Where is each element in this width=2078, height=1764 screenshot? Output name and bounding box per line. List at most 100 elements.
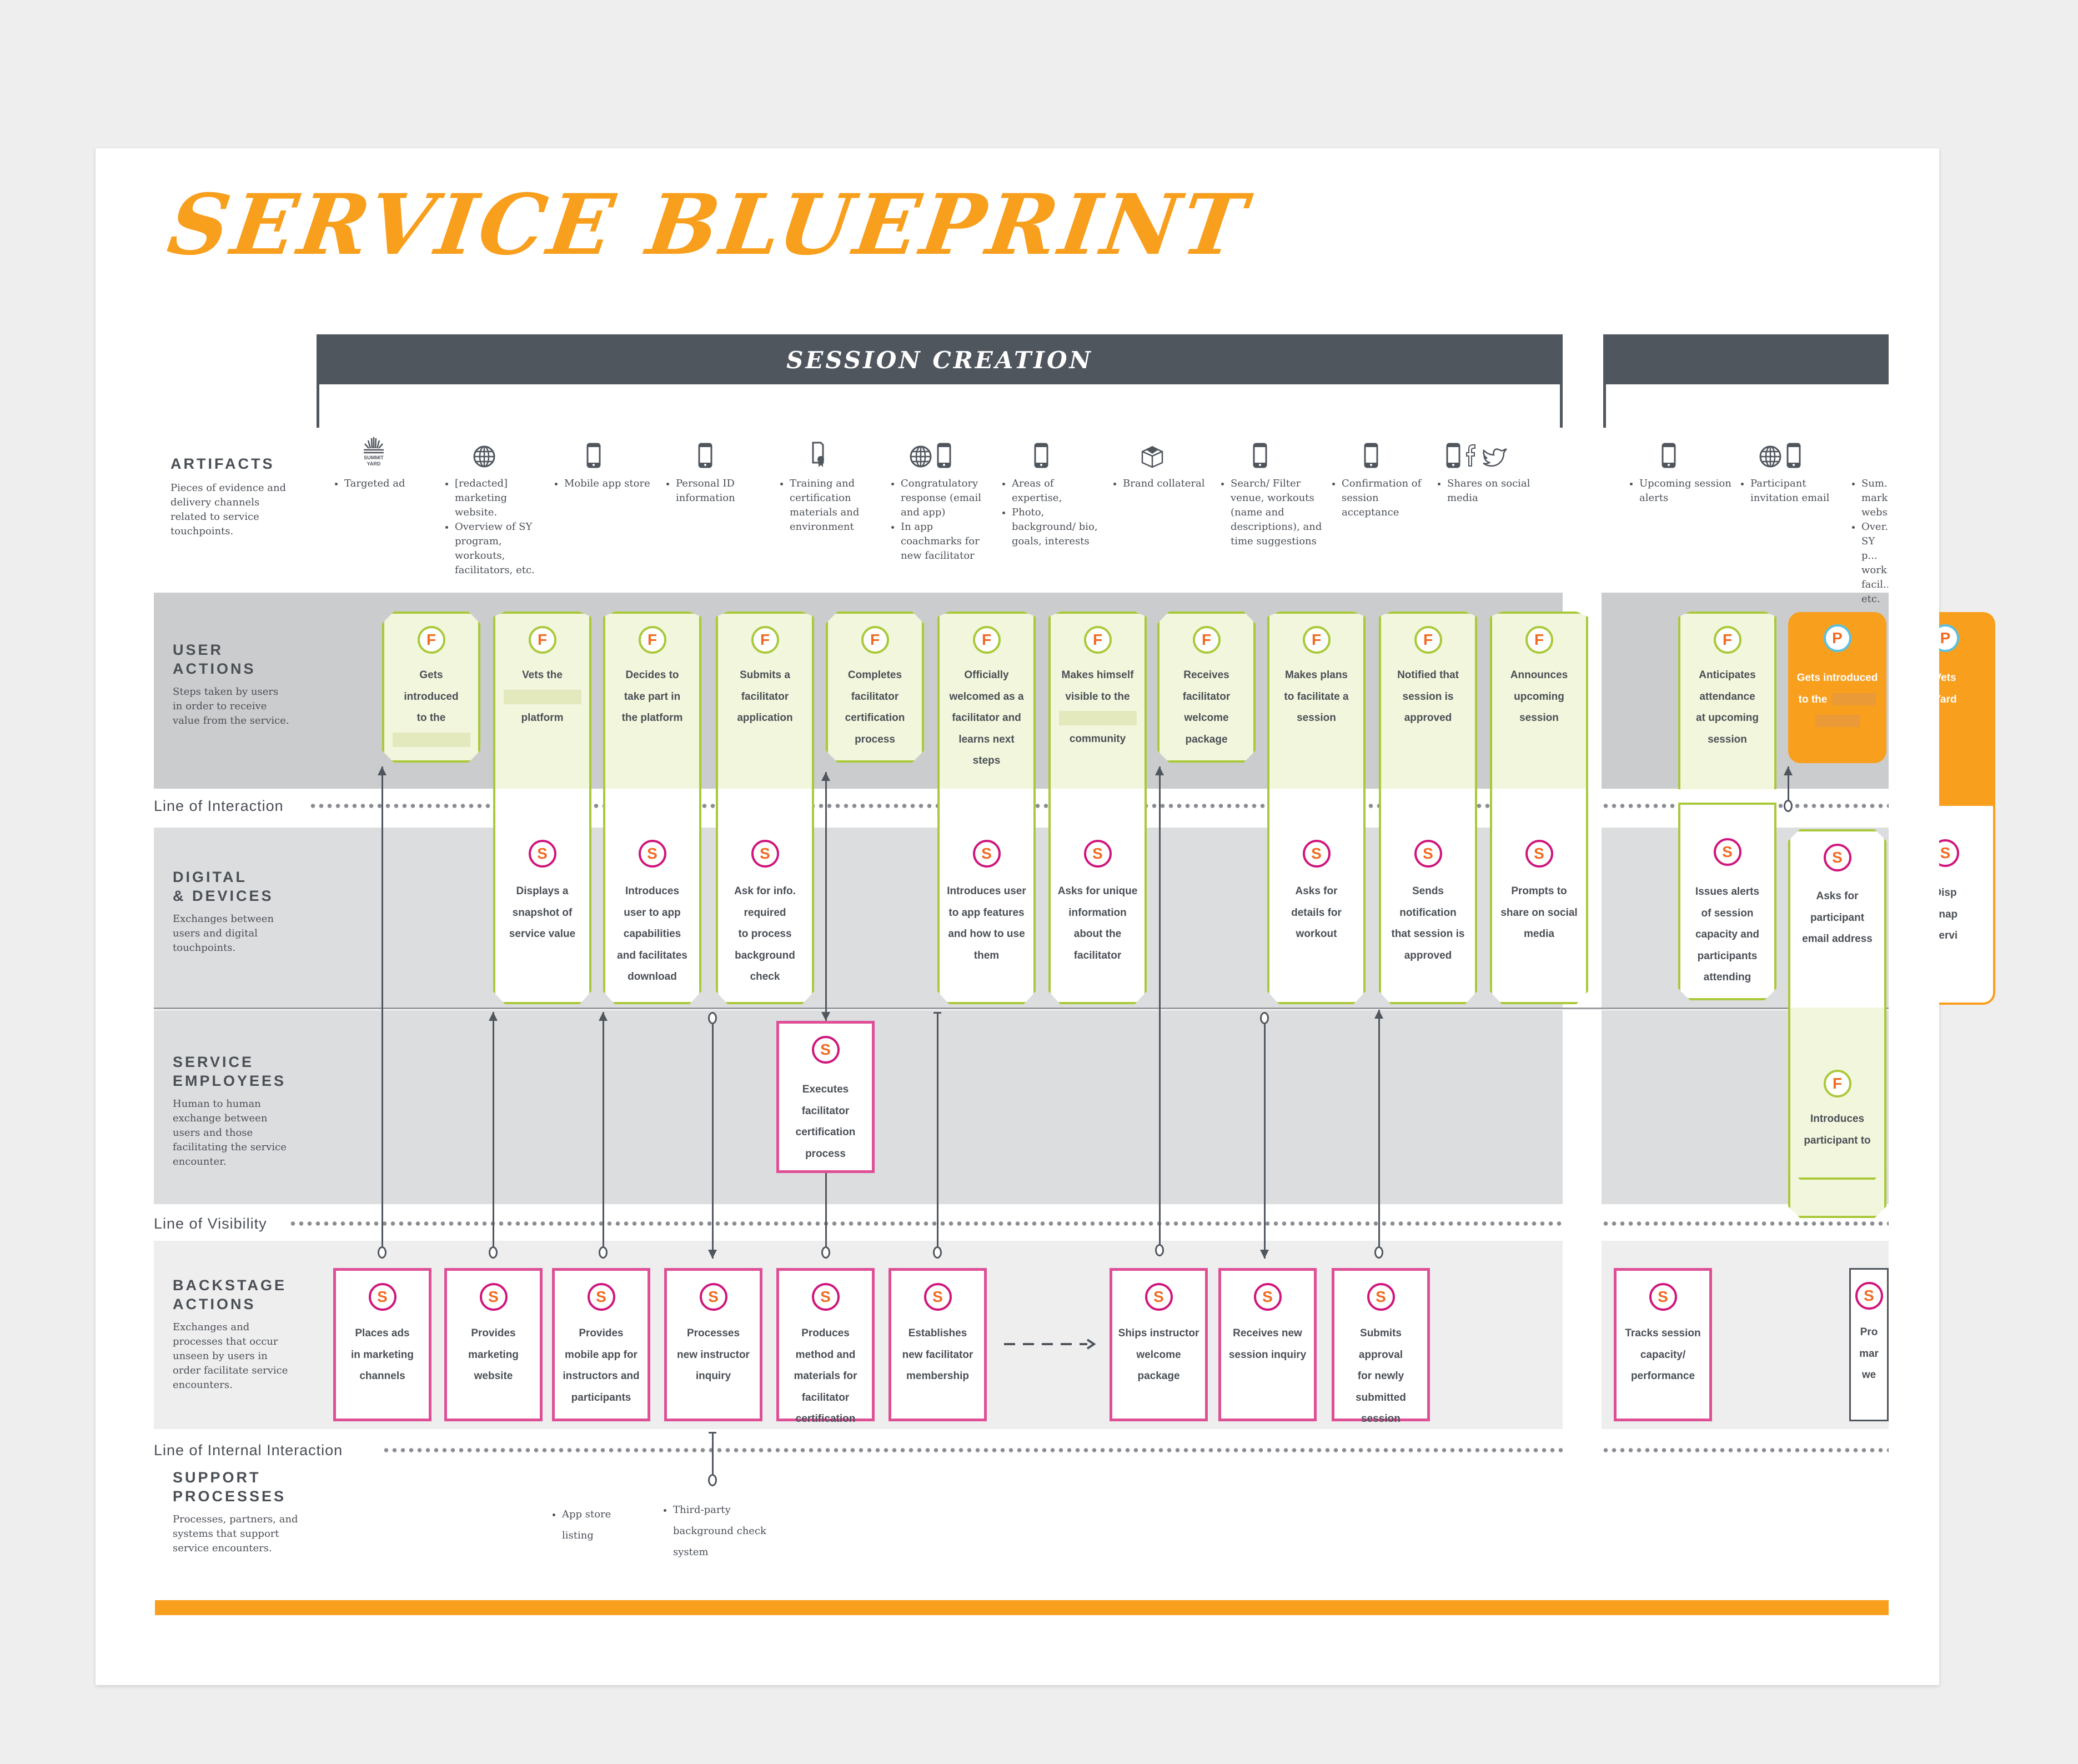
digital-card[interactable]: S Introduces user to app capabilities and fa… (603, 789, 701, 1004)
card-line: approved (1404, 949, 1452, 961)
backstage-card[interactable]: S Provides marketing website (444, 1268, 543, 1421)
backstage-card[interactable]: S Submits approval for newly submitted sessio… (1332, 1268, 1430, 1425)
artifact-icons (552, 428, 635, 471)
artifact-item: Personal ID information (676, 477, 769, 505)
row-label: EMPLOYEES (173, 1073, 287, 1089)
user-action-card[interactable]: F Makes himself visible to the community (1048, 612, 1147, 789)
badge-s-icon: S (1649, 1283, 1677, 1311)
user-action-card[interactable]: F Officially welcomed as a facilitator and l… (937, 612, 1036, 789)
card-text: Ships instructor welcome package (1116, 1323, 1202, 1387)
user-action-card[interactable]: F Receives facilitator welcome package (1157, 612, 1256, 763)
card-line: Receives (1183, 669, 1229, 681)
connector-end-icon (933, 1246, 942, 1259)
badge-f-icon: F (861, 626, 889, 654)
user-action-card[interactable]: F Makes plans to facilitate a session (1267, 612, 1366, 789)
digital-card[interactable]: S Displays a snapshot of service value (493, 789, 591, 1004)
card-text: Notified that session is approved (1384, 665, 1472, 729)
backstage-card[interactable]: S Tracks session capacity/performance (1614, 1268, 1712, 1421)
card-line: learns next (958, 733, 1015, 745)
support-item: Third-party background check system (661, 1500, 766, 1563)
employee-card[interactable]: S Executes facilitator certification process (776, 1021, 875, 1173)
backstage-card[interactable]: S Produces method and materials for facilita… (776, 1268, 875, 1425)
backstage-card[interactable]: S Processes new instructor inquiry (664, 1268, 762, 1421)
card-line: Notified that (1397, 669, 1459, 681)
user-action-card[interactable]: F Vets the platform (493, 612, 591, 789)
card-line: snapshot of (512, 906, 573, 919)
user-action-card[interactable]: F Notified that session is approved (1379, 612, 1477, 789)
card-line: materials for (794, 1370, 857, 1382)
badge-f-icon: F (417, 626, 445, 654)
card-line: to facilitate a (1284, 690, 1349, 703)
digital-card[interactable]: S Introduces user to app features and how t… (937, 789, 1036, 1004)
artifact-text: Training and certification materials and… (777, 477, 883, 534)
card-text: Displays a snapshot of service value (499, 881, 586, 945)
digital-card[interactable]: S Issues alerts of session capacity and part… (1678, 803, 1776, 1000)
user-action-card[interactable]: F Gets introduced to the (382, 612, 480, 763)
user-action-card[interactable]: F Anticipates attendance at upcoming session (1678, 612, 1776, 789)
artifact-item: Training and certification materials and… (790, 477, 883, 534)
card-line: upcoming (1514, 690, 1564, 703)
card-line: to the (416, 712, 446, 724)
digital-card[interactable]: S Sends notification that session is approve… (1379, 789, 1477, 1004)
digital-card[interactable]: S Prompts to share on social media (1490, 789, 1588, 1004)
backstage-card[interactable]: S Establishes new facilitator membership (889, 1268, 987, 1421)
user-action-card[interactable]: F Announces upcoming session (1490, 612, 1588, 789)
backstage-card[interactable]: S Places ads in marketing channels (333, 1268, 431, 1421)
row-label: USER (173, 642, 224, 658)
user-action-card[interactable]: F Decides to take part in the platform (603, 612, 701, 789)
line-of-internal-interaction (1602, 1448, 1889, 1452)
card-text: Asks for participant email address (1794, 886, 1881, 950)
connector-end-icon (1260, 1012, 1269, 1024)
card-line: Asks for unique (1057, 885, 1138, 897)
artifact-text: Shares on social media (1435, 477, 1540, 505)
card-line: media (1524, 928, 1554, 940)
card-line: steps (972, 755, 1001, 766)
artifact-column: SUMMITYARD Targeted ad (332, 428, 438, 491)
connector-end-icon (708, 1012, 717, 1024)
badge-s-icon: S (699, 1283, 727, 1311)
card-line: process (805, 1147, 846, 1160)
employee-card[interactable]: F Introduces participant to (1788, 1008, 1886, 1180)
backstage-card[interactable]: S Provides mobile app for instructors and pa… (552, 1268, 650, 1421)
digital-card[interactable]: S Asks for details for workout (1267, 789, 1366, 1004)
card-line: take part in (624, 690, 681, 703)
digital-card[interactable]: S Asks for unique information about the faci… (1048, 789, 1147, 1004)
card-line: participants (571, 1391, 631, 1404)
line-of-internal-interaction-label: Line of Internal Interaction (154, 1442, 343, 1459)
phase-bracket-right (1560, 384, 1563, 428)
box-icon (1139, 444, 1166, 471)
badge-f-icon: F (1713, 626, 1741, 654)
card-line: membership (906, 1370, 969, 1382)
card-line: Sends (1412, 885, 1444, 897)
badge-f-icon: F (1083, 626, 1112, 654)
row-label: BACKSTAGE (173, 1277, 287, 1294)
card-line: session (1708, 733, 1747, 745)
user-action-card[interactable]: F Completes facilitator certification proces… (826, 612, 924, 763)
connector-line (825, 772, 827, 1021)
card-line: facilitator (851, 690, 899, 703)
card-line: and how to use (948, 928, 1025, 940)
card-line: to process (738, 928, 792, 940)
row-description: Human to human exchange between users an… (173, 1098, 287, 1167)
digital-card[interactable]: S Ask for info. required to process backgrou… (716, 789, 814, 1004)
artifact-item: Congratulatory response (email and app) (901, 477, 994, 520)
card-text: Officially welcomed as a facilitator and le… (943, 665, 1030, 772)
participant-action-card[interactable]: P Gets introduced to the (1788, 612, 1886, 763)
card-line: at upcoming (1696, 712, 1759, 724)
card-line: them (973, 949, 1000, 961)
user-action-card[interactable]: F Submits a facilitator application (716, 612, 814, 789)
connector-line (1159, 766, 1161, 1256)
artifact-column: Upcoming session alerts (1627, 428, 1733, 505)
badge-f-icon: F (638, 626, 666, 654)
card-line: Tracks session (1625, 1327, 1701, 1339)
badge-s-icon: S (1855, 1282, 1883, 1310)
backstage-card[interactable]: S Receives new session inquiry (1218, 1268, 1317, 1421)
card-line: Announces (1510, 669, 1568, 681)
backstage-card[interactable]: S Pro mar we (1849, 1268, 1889, 1421)
row-description: Pieces of evidence and delivery channels… (170, 482, 287, 537)
card-text: Sends notification that session is approved (1384, 881, 1472, 966)
artifact-icons (664, 428, 747, 471)
phone-icon (1662, 443, 1676, 471)
backstage-card[interactable]: S Ships instructor welcome package (1110, 1268, 1208, 1421)
card-line: capacity/ (1640, 1349, 1686, 1361)
